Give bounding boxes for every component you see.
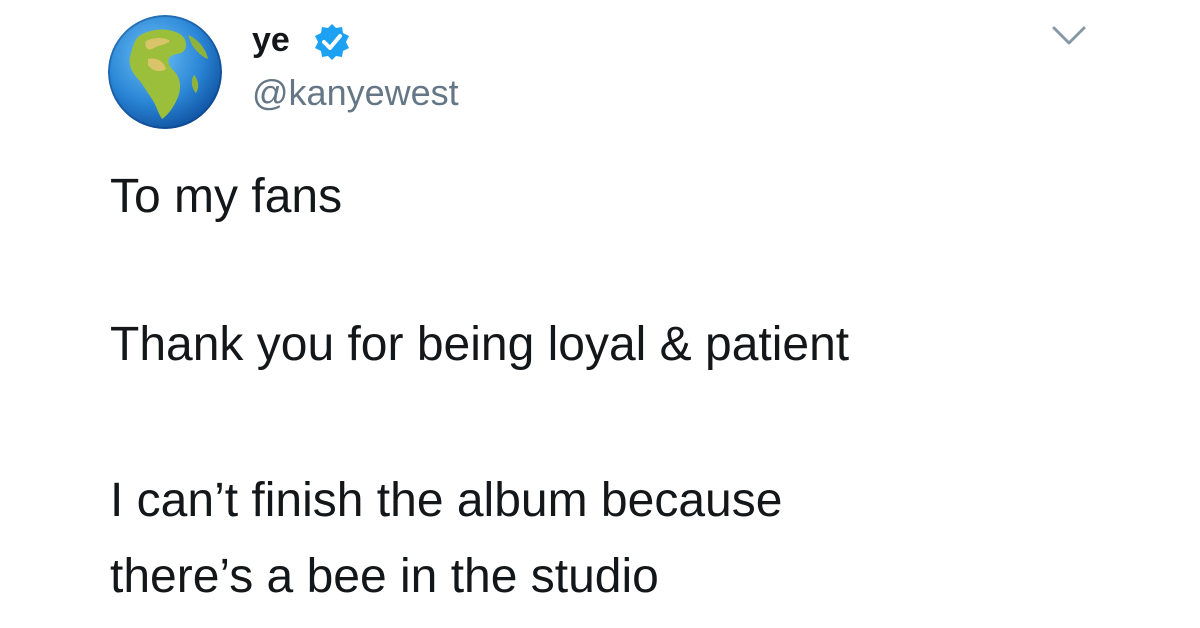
tweet-text-line: To my fans (110, 170, 343, 223)
chevron-down-icon[interactable] (1050, 22, 1088, 50)
display-name[interactable]: ye (252, 20, 290, 60)
user-handle[interactable]: @kanyewest (252, 72, 459, 114)
verified-badge-icon (315, 24, 349, 60)
tweet-card: ye @kanyewest To my fans Thank you for b… (0, 0, 1200, 628)
earth-africa-globe-icon (108, 15, 222, 129)
tweet-text-line: there’s a bee in the studio (110, 550, 659, 603)
tweet-text-line: I can’t finish the album because (110, 474, 783, 527)
tweet-text-line: Thank you for being loyal & patient (110, 318, 850, 371)
avatar[interactable] (108, 15, 222, 129)
